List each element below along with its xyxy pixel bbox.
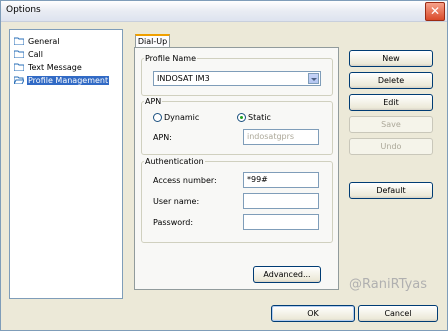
tree-item-call[interactable]: Call — [14, 48, 44, 60]
save-button[interactable]: Save — [349, 116, 433, 133]
tree-item-general[interactable]: General — [14, 35, 61, 47]
apn-group: APN — [141, 97, 333, 155]
tree-item-text-message[interactable]: Text Message — [14, 61, 83, 73]
close-icon: ✕ — [429, 4, 441, 18]
password-field[interactable] — [243, 214, 319, 230]
access-number-label: Access number: — [153, 176, 217, 185]
apn-legend: APN — [145, 97, 162, 106]
apn-field[interactable]: indosatgprs — [243, 129, 319, 145]
title-bar[interactable]: Options ✕ — [1, 1, 447, 22]
tab-dial-up[interactable]: Dial-Up — [135, 34, 170, 48]
profile-name-legend: Profile Name — [145, 54, 197, 63]
static-radio[interactable] — [237, 113, 246, 122]
default-button[interactable]: Default — [349, 182, 433, 199]
options-window: Options ✕ General Call Text Message Prof… — [0, 0, 448, 331]
password-label: Password: — [153, 218, 194, 227]
ok-button[interactable]: OK — [271, 305, 355, 322]
advanced-button[interactable]: Advanced... — [253, 266, 321, 283]
chevron-down-icon[interactable] — [308, 73, 319, 84]
tree-item-label: Call — [28, 49, 43, 59]
new-button[interactable]: New — [349, 50, 433, 67]
undo-button[interactable]: Undo — [349, 138, 433, 155]
access-number-field[interactable]: *99# — [243, 172, 319, 188]
folder-icon — [14, 63, 24, 71]
dynamic-label[interactable]: Dynamic — [164, 113, 199, 122]
profile-name-value: INDOSAT IM3 — [157, 74, 210, 83]
authentication-legend: Authentication — [145, 157, 204, 166]
folder-icon — [14, 50, 24, 58]
tree-item-label: General — [28, 36, 60, 46]
username-label: User name: — [153, 197, 200, 206]
profile-name-select[interactable]: INDOSAT IM3 — [153, 71, 321, 86]
window-title: Options — [6, 5, 41, 15]
folder-open-icon — [14, 76, 24, 84]
static-label[interactable]: Static — [248, 113, 271, 122]
dynamic-radio[interactable] — [153, 113, 162, 122]
username-field[interactable] — [243, 193, 319, 209]
close-button[interactable]: ✕ — [425, 2, 445, 21]
tree-item-label: Text Message — [28, 62, 82, 72]
cancel-button[interactable]: Cancel — [358, 305, 438, 322]
folder-icon — [14, 37, 24, 45]
edit-button[interactable]: Edit — [349, 94, 433, 111]
tree-item-profile-management[interactable]: Profile Management — [14, 74, 110, 86]
tree-item-label: Profile Management — [27, 75, 110, 85]
delete-button[interactable]: Delete — [349, 72, 433, 89]
options-tree[interactable]: General Call Text Message Profile Manage… — [9, 29, 123, 299]
watermark: @RaniRTyas — [349, 277, 427, 292]
apn-label: APN: — [153, 133, 172, 142]
